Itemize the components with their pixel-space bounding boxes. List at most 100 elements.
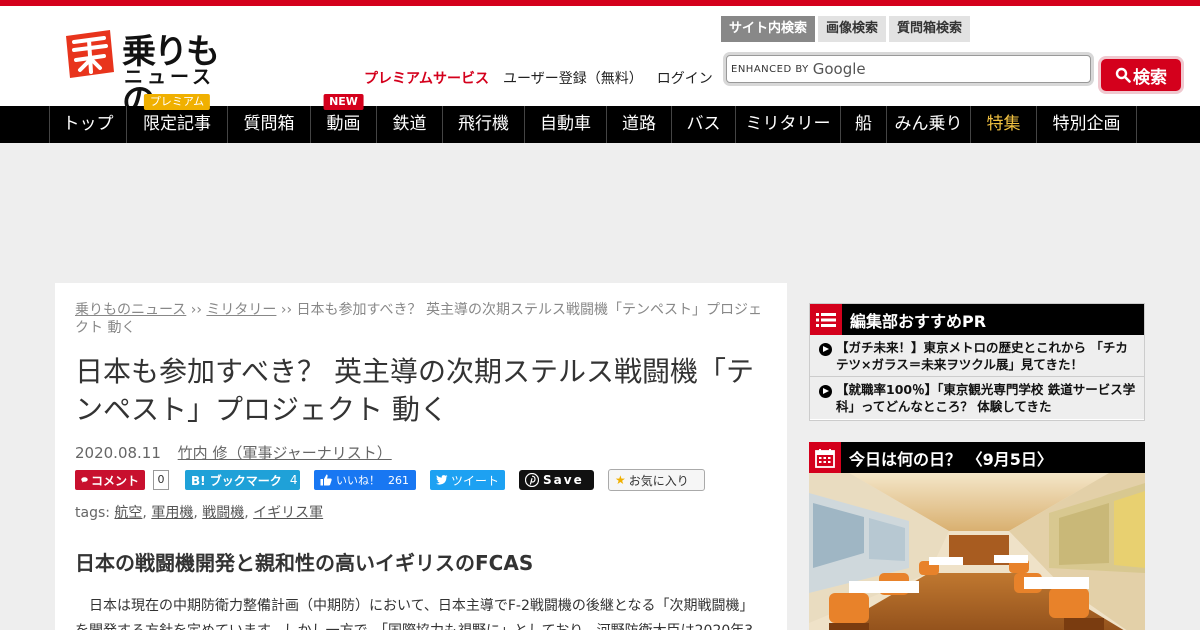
pr-widget: 編集部おすすめPR 【ガチ未来！】東京メトロの歴史とこれから 「チカテツ×ガラス… — [809, 303, 1145, 421]
search-button[interactable]: 検索 — [1101, 59, 1181, 91]
breadcrumb: 乗りものニュース ›› ミリタリー ›› 日本も参加すべき？ 英主導の次期ステル… — [75, 301, 765, 337]
nav-label: バス — [686, 114, 721, 134]
article-title: 日本も参加すべき？ 英主導の次期ステルス戦闘機「テンペスト」プロジェクト 動く — [75, 355, 754, 426]
nav-item-railway[interactable]: 鉄道 — [376, 106, 442, 143]
tag-link[interactable]: 軍用機 — [151, 505, 193, 521]
pr-widget-header: 編集部おすすめPR — [810, 304, 1144, 335]
nav-label: 自動車 — [540, 114, 591, 134]
tag-link[interactable]: イギリス軍 — [253, 505, 323, 521]
nav-item-special-projects[interactable]: 特別企画 — [1036, 106, 1137, 143]
nav-label: 特集 — [986, 114, 1021, 134]
nav-item-cars[interactable]: 自動車 — [524, 106, 606, 143]
nav-label: 特別企画 — [1052, 114, 1121, 134]
thumbs-up-icon — [320, 474, 332, 486]
premium-badge: プレミアム — [143, 94, 211, 110]
logo-mark-icon — [66, 30, 114, 78]
article-tags: tags: 航空, 軍用機, 戦闘機, イギリス軍 — [75, 505, 324, 521]
search-enhanced-label: ENHANCED BY — [731, 63, 809, 75]
breadcrumb-separator: ›› — [190, 302, 202, 318]
nav-item-ships[interactable]: 船 — [840, 106, 886, 143]
pinterest-icon — [525, 473, 539, 487]
tab-site-search[interactable]: サイト内検索 — [721, 16, 816, 42]
nav-item-military[interactable]: ミリタリー — [735, 106, 840, 143]
nav-item-videos[interactable]: NEW 動画 — [310, 94, 376, 143]
article-body: 日本は現在の中期防衛力整備計画（中期防）において、日本主導でF-2戦闘機の後継と… — [75, 598, 754, 630]
pr-item[interactable]: 【ガチ未来！】東京メトロの歴史とこれから 「チカテツ×ガラス＝未来ヲツクル展」見… — [810, 335, 1144, 377]
nav-label: トップ — [62, 114, 114, 134]
save-label: Save — [543, 473, 584, 487]
pr-item[interactable]: 【就職率100％】「東京観光専門学校 鉄道サービス学科」ってどんなところ？ 体験… — [810, 377, 1144, 419]
hatena-bookmark-button[interactable]: B! ブックマーク 4 — [185, 470, 300, 490]
today-widget-title: 今日は何の日？ 〈9月5日〉 — [849, 449, 1053, 469]
tab-image-search[interactable]: 画像検索 — [818, 16, 887, 42]
comment-count: 0 — [153, 470, 169, 490]
pr-item-text: 【ガチ未来！】東京メトロの歴史とこれから 「チカテツ×ガラス＝未来ヲツクル展」見… — [836, 340, 1128, 372]
ad-space — [0, 143, 1200, 283]
search-google-label: Google — [812, 60, 866, 78]
like-label: いいね！ — [336, 474, 380, 487]
nav-item-community[interactable]: みん乗り — [886, 106, 970, 143]
logo-text-sub: ニュース — [124, 66, 216, 88]
nav-label: 船 — [855, 114, 872, 134]
breadcrumb-home[interactable]: 乗りものニュース — [75, 302, 186, 318]
favorite-label: お気に入り — [628, 473, 689, 488]
main-nav: トップ プレミアム 限定記事 質問箱 NEW 動画 鉄道 飛行機 自動車 道路 … — [0, 94, 1200, 143]
tag-link[interactable]: 戦闘機 — [202, 505, 244, 521]
search-input[interactable]: ENHANCED BY Google — [726, 55, 1091, 83]
list-icon — [810, 304, 842, 335]
search-tabs: サイト内検索 画像検索 質問箱検索 — [721, 16, 971, 42]
comment-button[interactable]: コメント — [75, 470, 145, 490]
article-meta: 2020.08.11 竹内 修（軍事ジャーナリスト） — [75, 442, 392, 463]
nav-item-aircraft[interactable]: 飛行機 — [442, 106, 524, 143]
pr-item-text: 【就職率100％】「東京観光専門学校 鉄道サービス学科」ってどんなところ？ 体験… — [836, 382, 1136, 414]
star-icon: ★ — [615, 473, 626, 487]
premium-service-link[interactable]: プレミアムサービス — [364, 68, 489, 88]
nav-label: 動画 — [326, 114, 361, 134]
nav-item-top[interactable]: トップ — [49, 106, 126, 143]
twitter-bird-icon — [436, 475, 448, 485]
tweet-button[interactable]: ツイート — [430, 470, 505, 490]
new-badge: NEW — [323, 94, 364, 110]
nav-label: 飛行機 — [458, 114, 509, 134]
arrow-right-icon — [819, 343, 832, 356]
nav-label: 質問箱 — [243, 114, 295, 134]
tags-label: tags: — [75, 505, 110, 521]
today-widget-header: 今日は何の日？ 〈9月5日〉 — [809, 442, 1145, 473]
tab-question-search[interactable]: 質問箱検索 — [889, 16, 971, 42]
section-heading: 日本の戦闘機開発と親和性の高いイギリスのFCAS — [75, 551, 534, 575]
today-widget: 今日は何の日？ 〈9月5日〉 — [809, 442, 1145, 630]
user-register-link[interactable]: ユーザー登録（無料） — [503, 68, 643, 88]
nav-label: 鉄道 — [392, 114, 427, 134]
arrow-right-icon — [819, 385, 832, 398]
comment-label: コメント — [90, 473, 139, 488]
header-links: プレミアムサービス ユーザー登録（無料） ログイン — [364, 68, 713, 88]
calendar-icon — [809, 442, 841, 473]
tweet-label: ツイート — [450, 473, 499, 488]
nav-item-features[interactable]: 特集 — [970, 106, 1036, 143]
like-count: 261 — [388, 473, 409, 487]
dining-car-image[interactable] — [809, 473, 1145, 630]
nav-item-bus[interactable]: バス — [671, 106, 735, 143]
speech-bubble-icon — [81, 477, 88, 483]
article-date: 2020.08.11 — [75, 444, 161, 462]
nav-item-premium-articles[interactable]: プレミアム 限定記事 — [126, 94, 227, 143]
tag-link[interactable]: 航空 — [114, 505, 142, 521]
site-logo[interactable]: 乗りもの ニュース — [60, 24, 220, 121]
nav-label: 道路 — [622, 114, 656, 134]
nav-item-questions[interactable]: 質問箱 — [227, 106, 310, 143]
login-link[interactable]: ログイン — [657, 68, 713, 88]
pinterest-save-button[interactable]: Save — [519, 470, 594, 490]
search-button-label: 検索 — [1133, 67, 1167, 88]
nav-item-roads[interactable]: 道路 — [606, 106, 671, 143]
article-container: 乗りものニュース ›› ミリタリー ›› 日本も参加すべき？ 英主導の次期ステル… — [55, 283, 787, 630]
facebook-like-button[interactable]: いいね！ 261 — [314, 470, 416, 490]
hatena-label: B! ブックマーク — [191, 473, 282, 488]
article-author[interactable]: 竹内 修（軍事ジャーナリスト） — [178, 444, 392, 462]
nav-label: ミリタリー — [745, 114, 831, 134]
breadcrumb-category[interactable]: ミリタリー — [206, 302, 276, 318]
share-buttons: コメント 0 B! ブックマーク 4 いいね！ 261 ツイート Save ★ … — [75, 469, 775, 491]
pr-widget-title: 編集部おすすめPR — [850, 311, 987, 331]
nav-label: 限定記事 — [143, 114, 211, 134]
hatena-count: 4 — [289, 473, 298, 487]
favorite-button[interactable]: ★ お気に入り — [608, 469, 705, 491]
